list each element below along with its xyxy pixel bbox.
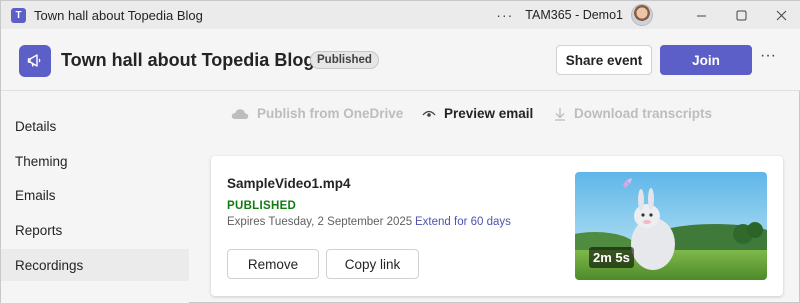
megaphone-icon [19, 45, 51, 77]
teams-icon: T [11, 7, 26, 23]
copy-link-button[interactable]: Copy link [326, 249, 419, 279]
recording-expiry: Expires Tuesday, 2 September 2025 [227, 216, 413, 228]
recordings-toolbar: Publish from OneDrive Preview email Down… [189, 92, 800, 138]
cloud-icon [231, 108, 249, 119]
join-button[interactable]: Join [660, 45, 752, 75]
recording-file-name: SampleVideo1.mp4 [227, 176, 351, 191]
sidebar-item-recordings[interactable]: Recordings [1, 249, 189, 281]
preview-email-button[interactable]: Preview email [422, 106, 533, 121]
duration-badge: 2m 5s [589, 247, 634, 268]
page-title: Town hall about Topedia Blog [61, 50, 315, 70]
extend-link[interactable]: Extend for 60 days [415, 216, 511, 228]
account-name[interactable]: TAM365 - Demo1 [525, 8, 623, 22]
sidebar: Details Theming Emails Reports Recording… [1, 92, 189, 303]
sidebar-item-theming[interactable]: Theming [1, 145, 189, 177]
sidebar-item-emails[interactable]: Emails [1, 179, 189, 211]
recording-card: SampleVideo1.mp4 PUBLISHED Expires Tuesd… [211, 156, 783, 296]
preview-label: Preview email [444, 106, 534, 121]
more-options-icon[interactable]: ··· [496, 7, 513, 23]
sidebar-item-details[interactable]: Details [1, 110, 189, 142]
event-header: Town hall about Topedia Blog Published S… [1, 29, 800, 91]
recording-status: PUBLISHED [227, 200, 297, 212]
publish-label: Publish from OneDrive [257, 106, 404, 121]
title-bar-controls: ··· TAM365 - Demo1 [496, 1, 800, 29]
download-label: Download transcripts [574, 106, 713, 121]
download-icon [555, 107, 565, 121]
close-icon [776, 10, 786, 20]
video-thumbnail[interactable]: 2m 5s [575, 172, 767, 280]
eye-icon [422, 110, 436, 117]
share-event-button[interactable]: Share event [556, 45, 652, 75]
sidebar-item-reports[interactable]: Reports [1, 214, 189, 246]
title-bar: T Town hall about Topedia Blog ··· TAM36… [1, 1, 800, 29]
close-button[interactable] [761, 1, 800, 29]
status-badge: Published [310, 51, 379, 69]
download-transcripts-button[interactable]: Download transcripts [554, 106, 712, 121]
maximize-button[interactable] [721, 1, 761, 29]
minimize-button[interactable] [681, 1, 721, 29]
remove-button[interactable]: Remove [227, 249, 319, 279]
minimize-icon [696, 15, 706, 16]
maximize-icon [736, 10, 746, 20]
more-actions-button[interactable]: ··· [758, 47, 778, 71]
window-title: Town hall about Topedia Blog [34, 7, 203, 23]
avatar[interactable] [631, 4, 653, 26]
publish-from-onedrive-button[interactable]: Publish from OneDrive [231, 106, 403, 121]
